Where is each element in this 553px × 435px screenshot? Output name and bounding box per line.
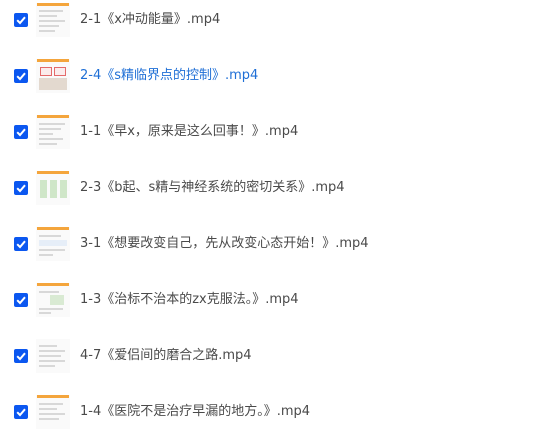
file-name[interactable]: 1-1《早x，原来是这么回事！》.mp4 bbox=[80, 124, 298, 140]
file-row[interactable]: 2-1《x冲动能量》.mp4 bbox=[0, 0, 553, 40]
video-thumbnail bbox=[36, 3, 70, 37]
video-thumbnail bbox=[36, 283, 70, 317]
checkbox-checked-icon[interactable] bbox=[14, 181, 28, 195]
file-name[interactable]: 1-4《医院不是治疗早漏的地方。》.mp4 bbox=[80, 404, 310, 420]
video-thumbnail bbox=[36, 339, 70, 373]
video-thumbnail bbox=[36, 115, 70, 149]
file-name[interactable]: 4-7《爱侣间的磨合之路.mp4 bbox=[80, 348, 252, 364]
file-name[interactable]: 2-4《s精临界点的控制》.mp4 bbox=[80, 68, 258, 84]
video-thumbnail bbox=[36, 395, 70, 429]
file-row[interactable]: 4-7《爱侣间的磨合之路.mp4 bbox=[0, 336, 553, 376]
checkbox-checked-icon[interactable] bbox=[14, 69, 28, 83]
checkbox-checked-icon[interactable] bbox=[14, 293, 28, 307]
file-list: 2-1《x冲动能量》.mp4 2-4《s精临界点的控制》.mp4 1-1《早x，… bbox=[0, 0, 553, 435]
file-row[interactable]: 1-3《治标不治本的zx克服法。》.mp4 bbox=[0, 280, 553, 320]
checkbox-checked-icon[interactable] bbox=[14, 237, 28, 251]
file-row[interactable]: 2-3《b起、s精与神经系统的密切关系》.mp4 bbox=[0, 168, 553, 208]
file-row[interactable]: 2-4《s精临界点的控制》.mp4 bbox=[0, 56, 553, 96]
checkbox-checked-icon[interactable] bbox=[14, 405, 28, 419]
file-name[interactable]: 2-1《x冲动能量》.mp4 bbox=[80, 12, 220, 28]
file-row[interactable]: 1-1《早x，原来是这么回事！》.mp4 bbox=[0, 112, 553, 152]
checkbox-checked-icon[interactable] bbox=[14, 125, 28, 139]
file-name[interactable]: 1-3《治标不治本的zx克服法。》.mp4 bbox=[80, 292, 299, 308]
video-thumbnail bbox=[36, 227, 70, 261]
checkbox-checked-icon[interactable] bbox=[14, 13, 28, 27]
video-thumbnail bbox=[36, 59, 70, 93]
file-name[interactable]: 3-1《想要改变自己，先从改变心态开始！》.mp4 bbox=[80, 236, 369, 252]
file-row[interactable]: 1-4《医院不是治疗早漏的地方。》.mp4 bbox=[0, 392, 553, 432]
video-thumbnail bbox=[36, 171, 70, 205]
file-name[interactable]: 2-3《b起、s精与神经系统的密切关系》.mp4 bbox=[80, 180, 345, 196]
checkbox-checked-icon[interactable] bbox=[14, 349, 28, 363]
file-row[interactable]: 3-1《想要改变自己，先从改变心态开始！》.mp4 bbox=[0, 224, 553, 264]
